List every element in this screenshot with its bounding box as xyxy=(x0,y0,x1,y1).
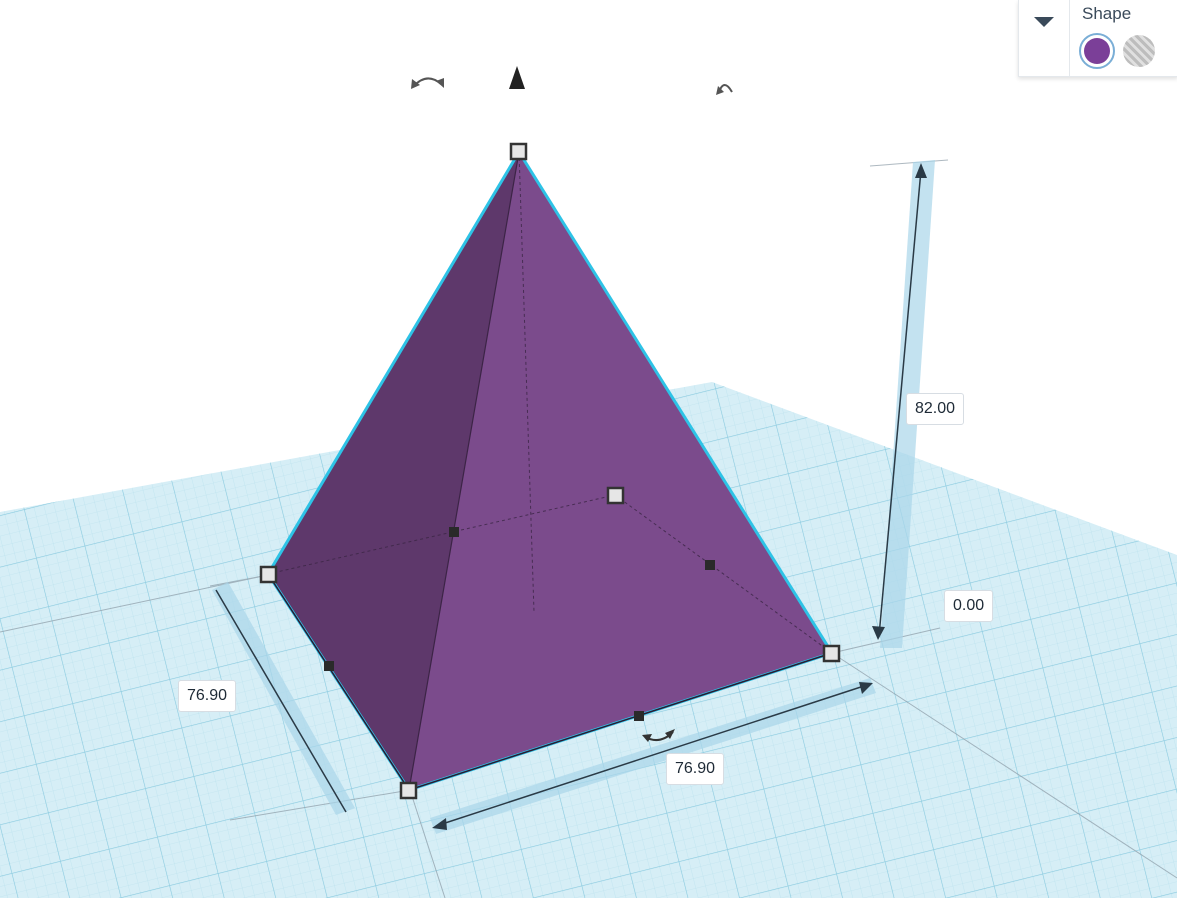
shape-panel: Shape xyxy=(1018,0,1177,77)
corner-handle-left xyxy=(259,565,278,584)
corner-handle-back xyxy=(606,486,625,505)
midpoint-handle xyxy=(449,527,459,537)
midpoint-handle xyxy=(634,711,644,721)
rotate-arrow-icon[interactable] xyxy=(411,77,444,89)
elevation-dimension-label[interactable]: 0.00 xyxy=(944,590,994,622)
shape-panel-title: Shape xyxy=(1082,4,1132,23)
solid-color-fill xyxy=(1084,38,1110,64)
midpoint-handle xyxy=(324,661,334,671)
corner-handle-top xyxy=(509,142,528,161)
lift-cone-icon[interactable] xyxy=(509,66,525,89)
hole-swatch[interactable] xyxy=(1123,35,1155,67)
width-dimension-label[interactable]: 76.90 xyxy=(178,680,237,712)
length-dimension-label[interactable]: 76.90 xyxy=(666,753,725,785)
corner-handle-front xyxy=(399,781,418,800)
height-dimension-label[interactable]: 82.00 xyxy=(906,393,965,425)
solid-color-swatch[interactable] xyxy=(1079,33,1115,69)
corner-handle-right xyxy=(822,644,841,663)
caret-down-icon xyxy=(1034,17,1054,27)
panel-collapse-button[interactable] xyxy=(1019,0,1070,76)
rotate-arrow-icon[interactable] xyxy=(716,84,733,95)
workplane-viewport[interactable] xyxy=(0,0,1177,898)
midpoint-handle xyxy=(705,560,715,570)
